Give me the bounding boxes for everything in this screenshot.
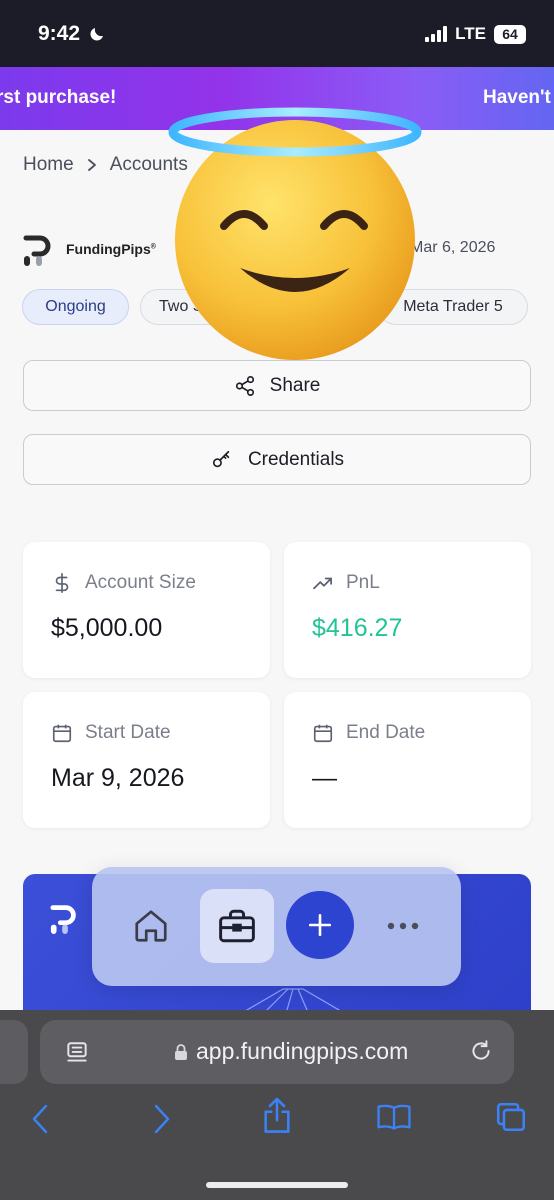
bottom-tab-bar [92, 867, 461, 986]
browser-nav [0, 1097, 554, 1142]
pnl-value: $416.27 [312, 614, 403, 642]
reader-icon[interactable] [64, 1040, 90, 1066]
dollar-icon [55, 573, 69, 593]
home-indicator [206, 1182, 348, 1188]
network-label: LTE [455, 24, 486, 43]
tab-accounts[interactable] [200, 889, 274, 963]
chip-status: Ongoing [22, 289, 129, 325]
chevron-right-icon [87, 159, 96, 171]
promo-text-left: rst purchase! [0, 87, 117, 108]
credentials-label: Credentials [247, 448, 345, 470]
end-date-value: — [312, 764, 337, 792]
end-date-card: End Date — [284, 692, 531, 828]
share-label: Share [269, 374, 321, 396]
smiling-face-with-halo-emoji [168, 107, 422, 360]
calendar-icon [313, 724, 333, 743]
url-text: app.fundingpips.com [196, 1038, 409, 1064]
battery-icon: 64 [494, 24, 526, 44]
key-icon [212, 450, 230, 467]
start-date-value: Mar 9, 2026 [51, 764, 185, 792]
forward-icon[interactable] [150, 1102, 172, 1136]
status-bar: 9:42 LTE 64 [0, 0, 554, 67]
promo-text-right: Haven't [483, 87, 551, 108]
home-icon [135, 910, 167, 942]
briefcase-icon [219, 909, 255, 943]
pnl-label: PnL [346, 572, 380, 593]
tab-more[interactable] [368, 889, 438, 963]
status-indicators: LTE 64 [425, 24, 526, 44]
fundingpips-logo-icon [50, 905, 76, 934]
end-date-label: End Date [346, 722, 426, 743]
breadcrumb-home[interactable]: Home [23, 154, 74, 176]
bookmarks-icon[interactable] [376, 1100, 412, 1134]
clock-text: 9:42 [38, 22, 81, 45]
moon-icon [90, 28, 104, 41]
account-size-value: $5,000.00 [51, 614, 163, 642]
fundingpips-logo-icon [23, 235, 51, 266]
brand-name: FundingPips® [66, 241, 156, 257]
share-upload-icon[interactable] [260, 1096, 294, 1136]
signal-icon [425, 26, 448, 42]
breadcrumb: Home Accounts [23, 154, 188, 176]
pnl-card: PnL $416.27 [284, 542, 531, 678]
share-icon [235, 375, 254, 396]
previous-tab-preview[interactable] [0, 1020, 28, 1084]
more-icon [387, 922, 419, 930]
status-time: 9:42 [38, 22, 106, 46]
back-icon[interactable] [30, 1102, 52, 1136]
browser-toolbar: app.fundingpips.com [0, 1010, 554, 1200]
header-date: Mar 6, 2026 [410, 239, 496, 256]
plus-icon [308, 913, 332, 937]
trending-up-icon [313, 577, 332, 590]
add-button[interactable] [286, 891, 354, 959]
reload-icon[interactable] [468, 1038, 494, 1064]
credentials-button[interactable]: Credentials [23, 434, 531, 485]
tab-home[interactable] [118, 889, 184, 963]
tabs-icon[interactable] [494, 1100, 528, 1134]
address-bar[interactable]: app.fundingpips.com [40, 1020, 514, 1084]
account-size-label: Account Size [85, 572, 196, 593]
lock-icon [175, 1043, 187, 1060]
account-size-card: Account Size $5,000.00 [23, 542, 270, 678]
brand-logo: FundingPips® [22, 230, 156, 268]
calendar-icon [52, 724, 72, 743]
start-date-label: Start Date [85, 722, 171, 743]
start-date-card: Start Date Mar 9, 2026 [23, 692, 270, 828]
share-button[interactable]: Share [23, 360, 531, 411]
